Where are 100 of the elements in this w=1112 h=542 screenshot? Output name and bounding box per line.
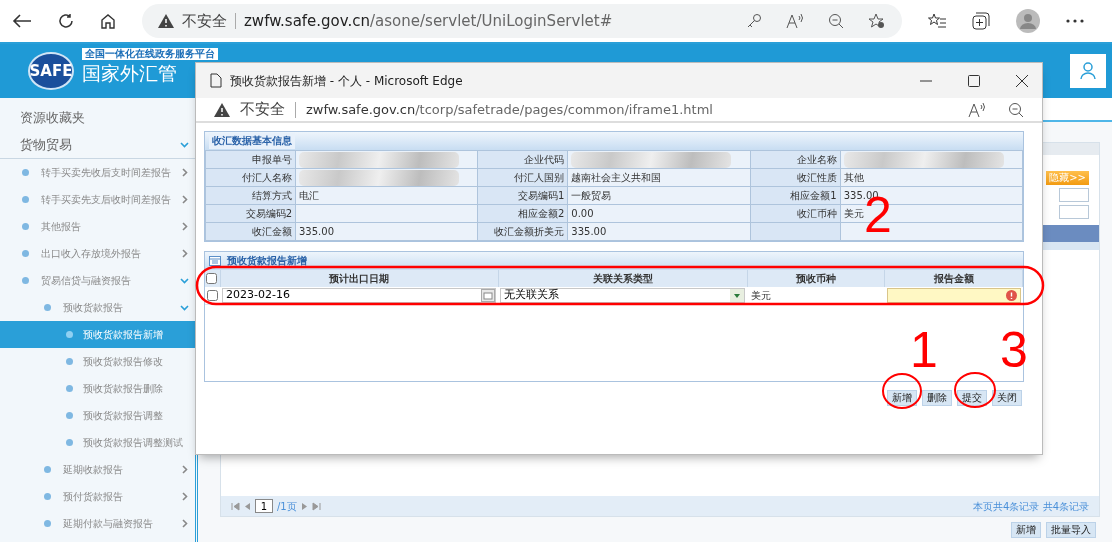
page-total: /1页 [277,499,297,514]
bullet-icon [66,331,73,338]
platform-label: 全国一体化在线政务服务平台 [82,48,218,60]
bullet-icon [44,493,51,500]
refresh-icon[interactable] [58,13,74,29]
table-cell: 美元 [747,287,885,305]
chevron-right-icon [180,519,189,528]
bullet-icon [22,250,29,257]
close-icon[interactable] [1016,74,1028,87]
read-aloud-icon[interactable] [786,13,804,29]
annotation-number: 1 [910,325,938,375]
page-url: zwfw.safe.gov.cn/asone/servlet/UniLoginServlet# [244,10,613,32]
page-icon [210,73,222,88]
dialog-button[interactable]: 提交 [957,390,987,406]
bullet-icon [22,196,29,203]
chevron-right-icon [180,195,189,204]
page-url: zwfw.safe.gov.cn/tcorp/safetrade/pages/common/iframe1.html [306,100,713,119]
chevron-down-icon [180,140,189,149]
sidebar-item[interactable]: 货物贸易 [0,131,195,158]
chevron-right-icon [180,465,189,474]
bullet-icon [44,466,51,473]
sidebar-item[interactable]: 转手买卖先支后收时间差报告 [0,186,195,213]
amount-field[interactable] [886,288,1021,303]
select-field[interactable] [1059,188,1089,202]
zoom-out-icon[interactable] [1008,101,1024,118]
key-icon[interactable] [746,13,762,29]
select-all-checkbox[interactable] [206,273,217,284]
bullet-icon [66,412,73,419]
bullet-icon [44,304,51,311]
home-icon[interactable] [100,13,116,29]
minimize-icon[interactable] [920,79,932,82]
field-label: 申报单号 [205,150,296,169]
annotation-circle [954,372,996,408]
warning-icon [158,14,174,28]
dialog-button[interactable]: 新增 [887,390,917,406]
record-summary: 本页共4条记录 共4条记录 [973,499,1089,514]
chevron-right-icon [180,168,189,177]
sidebar-item[interactable]: 延期收款报告 [0,456,195,483]
read-aloud-icon[interactable] [968,101,986,118]
page-button[interactable]: 批量导入 [1046,522,1096,538]
bullet-icon [66,358,73,365]
window-title: 预收货款报告新增 - 个人 - Microsoft Edge [230,72,463,90]
site-title: 国家外汇管 [82,61,177,85]
annotation-circle [882,373,922,409]
sidebar-item[interactable]: 预收货款报告调整 [0,402,195,429]
security-label: 不安全 [182,10,227,32]
panel-title: 预收货款报告新增 [227,255,307,267]
sidebar-item[interactable]: 贸易信贷与融资报告 [0,267,195,294]
sidebar-item[interactable]: 预付货款报告 [0,483,195,510]
row-checkbox[interactable] [207,290,218,301]
field-label: 企业代码 [477,150,568,169]
warning-icon [214,102,230,117]
bullet-icon [22,277,29,284]
more-icon[interactable] [1066,19,1084,23]
dialog-button[interactable]: 关闭 [992,390,1022,406]
column-header: 报告金额 [884,270,1023,287]
sidebar-item[interactable]: 预收货款报告新增 [0,321,195,348]
sidebar-item[interactable]: 资源收藏夹 [0,104,195,131]
sidebar-item[interactable]: 预收货款报告删除 [0,375,195,402]
maximize-icon[interactable] [968,74,980,87]
sidebar-item[interactable]: 预收货款报告 [0,294,195,321]
sidebar-item[interactable]: 预收货款报告调整测试 [0,429,195,456]
date-field[interactable]: 2023-02-16 [222,288,496,303]
page-button[interactable]: 新增 [1011,522,1041,538]
dialog-button[interactable]: 删除 [922,390,952,406]
back-icon[interactable] [12,13,32,29]
star-add-icon[interactable] [868,13,886,29]
column-header: 预收币种 [747,270,885,287]
dropdown-icon[interactable] [730,289,745,302]
input-field[interactable] [1059,205,1089,219]
profile-avatar-icon[interactable] [1016,9,1040,33]
address-bar[interactable]: 不安全 zwfw.safe.gov.cn/asone/servlet/UniLoginServlet# [142,4,902,38]
sidebar-item[interactable]: 出口收入存放境外报告 [0,240,195,267]
zoom-out-icon[interactable] [828,13,844,29]
bullet-icon [44,520,51,527]
favorites-icon[interactable] [928,13,946,29]
hide-button[interactable]: 隐藏>> [1046,171,1089,185]
sidebar-item[interactable]: 预收货款报告修改 [0,348,195,375]
page-number-field[interactable]: 1 [255,499,273,513]
error-icon [1005,290,1017,301]
relation-select[interactable]: 无关联关系 [500,288,746,303]
security-label: 不安全 [240,99,285,121]
column-header: 预计出口日期 [220,270,498,287]
annotation-number: 3 [1000,325,1028,375]
grid-icon [209,256,221,266]
column-header: 关联关系类型 [498,270,748,287]
chevron-right-icon [180,249,189,258]
user-icon [1080,62,1096,80]
chevron-right-icon [180,492,189,501]
site-logo: SAFE [28,52,74,90]
sidebar-item[interactable]: 转手买卖先收后支时间差报告 [0,159,195,186]
panel-title: 收汇数据基本信息 [209,133,295,149]
chevron-right-icon [180,222,189,231]
user-button[interactable] [1070,54,1106,88]
field-label: 企业名称 [750,150,841,169]
sidebar-item[interactable]: 延期付款与融资报告 [0,510,195,537]
collections-icon[interactable] [972,12,990,30]
bullet-icon [66,439,73,446]
sidebar-item[interactable]: 其他报告 [0,213,195,240]
bullet-icon [66,385,73,392]
